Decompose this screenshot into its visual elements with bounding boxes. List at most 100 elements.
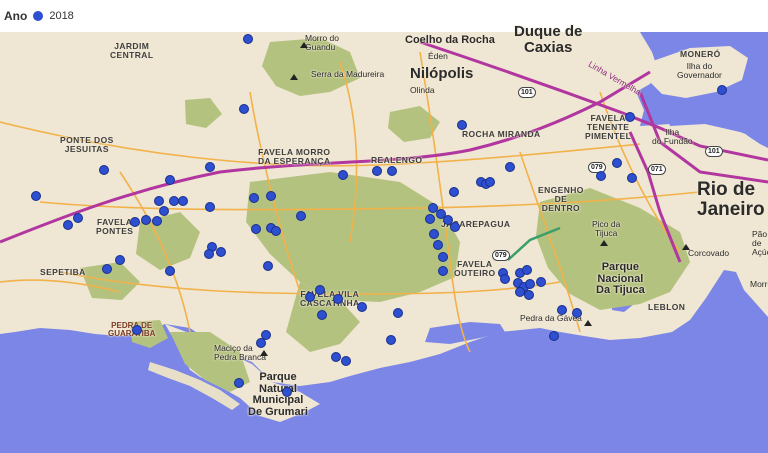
map-point-2018[interactable] <box>154 196 164 206</box>
map-canvas[interactable]: Morro do Guandu Serra da Madureira Coelh… <box>0 24 768 453</box>
map-point-2018[interactable] <box>251 224 261 234</box>
map-point-2018[interactable] <box>525 279 535 289</box>
label-leblon: LEBLON <box>648 302 686 312</box>
map-point-2018[interactable] <box>165 175 175 185</box>
map-point-2018[interactable] <box>152 216 162 226</box>
map-point-2018[interactable] <box>438 252 448 262</box>
highway-shield-101-east: 101 <box>705 146 723 157</box>
map-point-2018[interactable] <box>305 292 315 302</box>
map-point-2018[interactable] <box>717 85 727 95</box>
map-point-2018[interactable] <box>425 214 435 224</box>
label-sepetiba: SEPETIBA <box>40 267 86 277</box>
map-point-2018[interactable] <box>296 211 306 221</box>
map-point-2018[interactable] <box>204 249 214 259</box>
highway-shield-101-north: 101 <box>518 87 536 98</box>
peak-icon-corcovado <box>682 244 690 250</box>
highway-shield-071: 071 <box>648 164 666 175</box>
map-point-2018[interactable] <box>433 240 443 250</box>
label-favela-outeiro: FAVELA OUTEIRO <box>454 259 496 278</box>
map-point-2018[interactable] <box>596 171 606 181</box>
label-coelho-da-rocha: Coelho da Rocha <box>405 34 495 46</box>
map-point-2018[interactable] <box>99 165 109 175</box>
label-pico-da-tijuca: Pico da Tijuca <box>592 219 621 238</box>
map-point-2018[interactable] <box>317 310 327 320</box>
map-point-2018[interactable] <box>449 187 459 197</box>
map-point-2018[interactable] <box>625 112 635 122</box>
map-point-2018[interactable] <box>450 222 460 232</box>
map-point-2018[interactable] <box>256 338 266 348</box>
peak-icon-pedra-branca <box>260 350 268 356</box>
label-rio-de-janeiro: Rio de Janeiro <box>697 179 765 220</box>
peak-icon-madureira <box>290 74 298 80</box>
map-point-2018[interactable] <box>63 220 73 230</box>
map-point-2018[interactable] <box>457 120 467 130</box>
label-ilha-do-governador: Ilha do Governador <box>677 61 722 80</box>
label-engenho-de-dentro: ENGENHO DE DENTRO <box>538 185 584 213</box>
map-point-2018[interactable] <box>216 247 226 257</box>
map-point-2018[interactable] <box>282 387 292 397</box>
map-point-2018[interactable] <box>485 177 495 187</box>
map-point-2018[interactable] <box>357 302 367 312</box>
map-point-2018[interactable] <box>263 261 273 271</box>
map-point-2018[interactable] <box>271 226 281 236</box>
highway-shield-079-south: 079 <box>492 250 510 261</box>
map-point-2018[interactable] <box>141 215 151 225</box>
peak-icon-pedra-gavea <box>584 320 592 326</box>
label-parque-grumari: Parque Natural Municipal De Grumari <box>248 371 308 418</box>
map-point-2018[interactable] <box>333 294 343 304</box>
map-point-2018[interactable] <box>372 166 382 176</box>
legend-series-label[interactable]: 2018 <box>49 10 73 22</box>
map-point-2018[interactable] <box>331 352 341 362</box>
map-point-2018[interactable] <box>130 217 140 227</box>
map-point-2018[interactable] <box>205 162 215 172</box>
map-point-2018[interactable] <box>31 191 41 201</box>
map-point-2018[interactable] <box>393 308 403 318</box>
map-point-2018[interactable] <box>338 170 348 180</box>
map-point-2018[interactable] <box>387 166 397 176</box>
map-point-2018[interactable] <box>159 206 169 216</box>
label-morro: Morro <box>750 279 768 289</box>
map-point-2018[interactable] <box>522 265 532 275</box>
map-point-2018[interactable] <box>557 305 567 315</box>
legend-swatch <box>33 11 44 21</box>
peak-icon-guandu <box>300 42 308 48</box>
map-point-2018[interactable] <box>627 173 637 183</box>
map-point-2018[interactable] <box>549 331 559 341</box>
map-point-2018[interactable] <box>536 277 546 287</box>
label-serra-madureira: Serra da Madureira <box>311 69 385 79</box>
label-corcovado: Corcovado <box>688 248 730 258</box>
map-point-2018[interactable] <box>386 335 396 345</box>
map-point-2018[interactable] <box>234 378 244 388</box>
map-point-2018[interactable] <box>572 308 582 318</box>
map-point-2018[interactable] <box>165 266 175 276</box>
label-favela-pontes: FAVELA PONTES <box>96 217 134 236</box>
map-point-2018[interactable] <box>102 264 112 274</box>
label-monero: MONERÓ <box>680 49 721 59</box>
map-legend: Ano 2018 <box>0 0 768 32</box>
map-point-2018[interactable] <box>500 274 510 284</box>
label-rocha-miranda: ROCHA MIRANDA <box>462 129 541 139</box>
map-point-2018[interactable] <box>505 162 515 172</box>
label-duque-de-caxias: Duque de Caxias <box>514 23 583 56</box>
label-nilopolis: Nilópolis <box>410 65 474 82</box>
map-point-2018[interactable] <box>266 191 276 201</box>
label-morro-guandu: Morro do Guandu <box>305 33 340 52</box>
map-point-2018[interactable] <box>205 202 215 212</box>
map-point-2018[interactable] <box>178 196 188 206</box>
map-point-2018[interactable] <box>132 325 142 335</box>
map-point-2018[interactable] <box>243 34 253 44</box>
legend-title: Ano <box>4 9 28 23</box>
map-point-2018[interactable] <box>249 193 259 203</box>
map-point-2018[interactable] <box>612 158 622 168</box>
map-point-2018[interactable] <box>524 290 534 300</box>
map-point-2018[interactable] <box>239 104 249 114</box>
basemap <box>0 32 768 453</box>
map-point-2018[interactable] <box>438 266 448 276</box>
label-realengo: REALENGO <box>371 155 423 165</box>
map-point-2018[interactable] <box>73 213 83 223</box>
map-point-2018[interactable] <box>315 285 325 295</box>
map-point-2018[interactable] <box>429 229 439 239</box>
map-point-2018[interactable] <box>341 356 351 366</box>
label-ilha-do-fundao: Ilha do Fundão <box>652 127 693 146</box>
map-point-2018[interactable] <box>115 255 125 265</box>
